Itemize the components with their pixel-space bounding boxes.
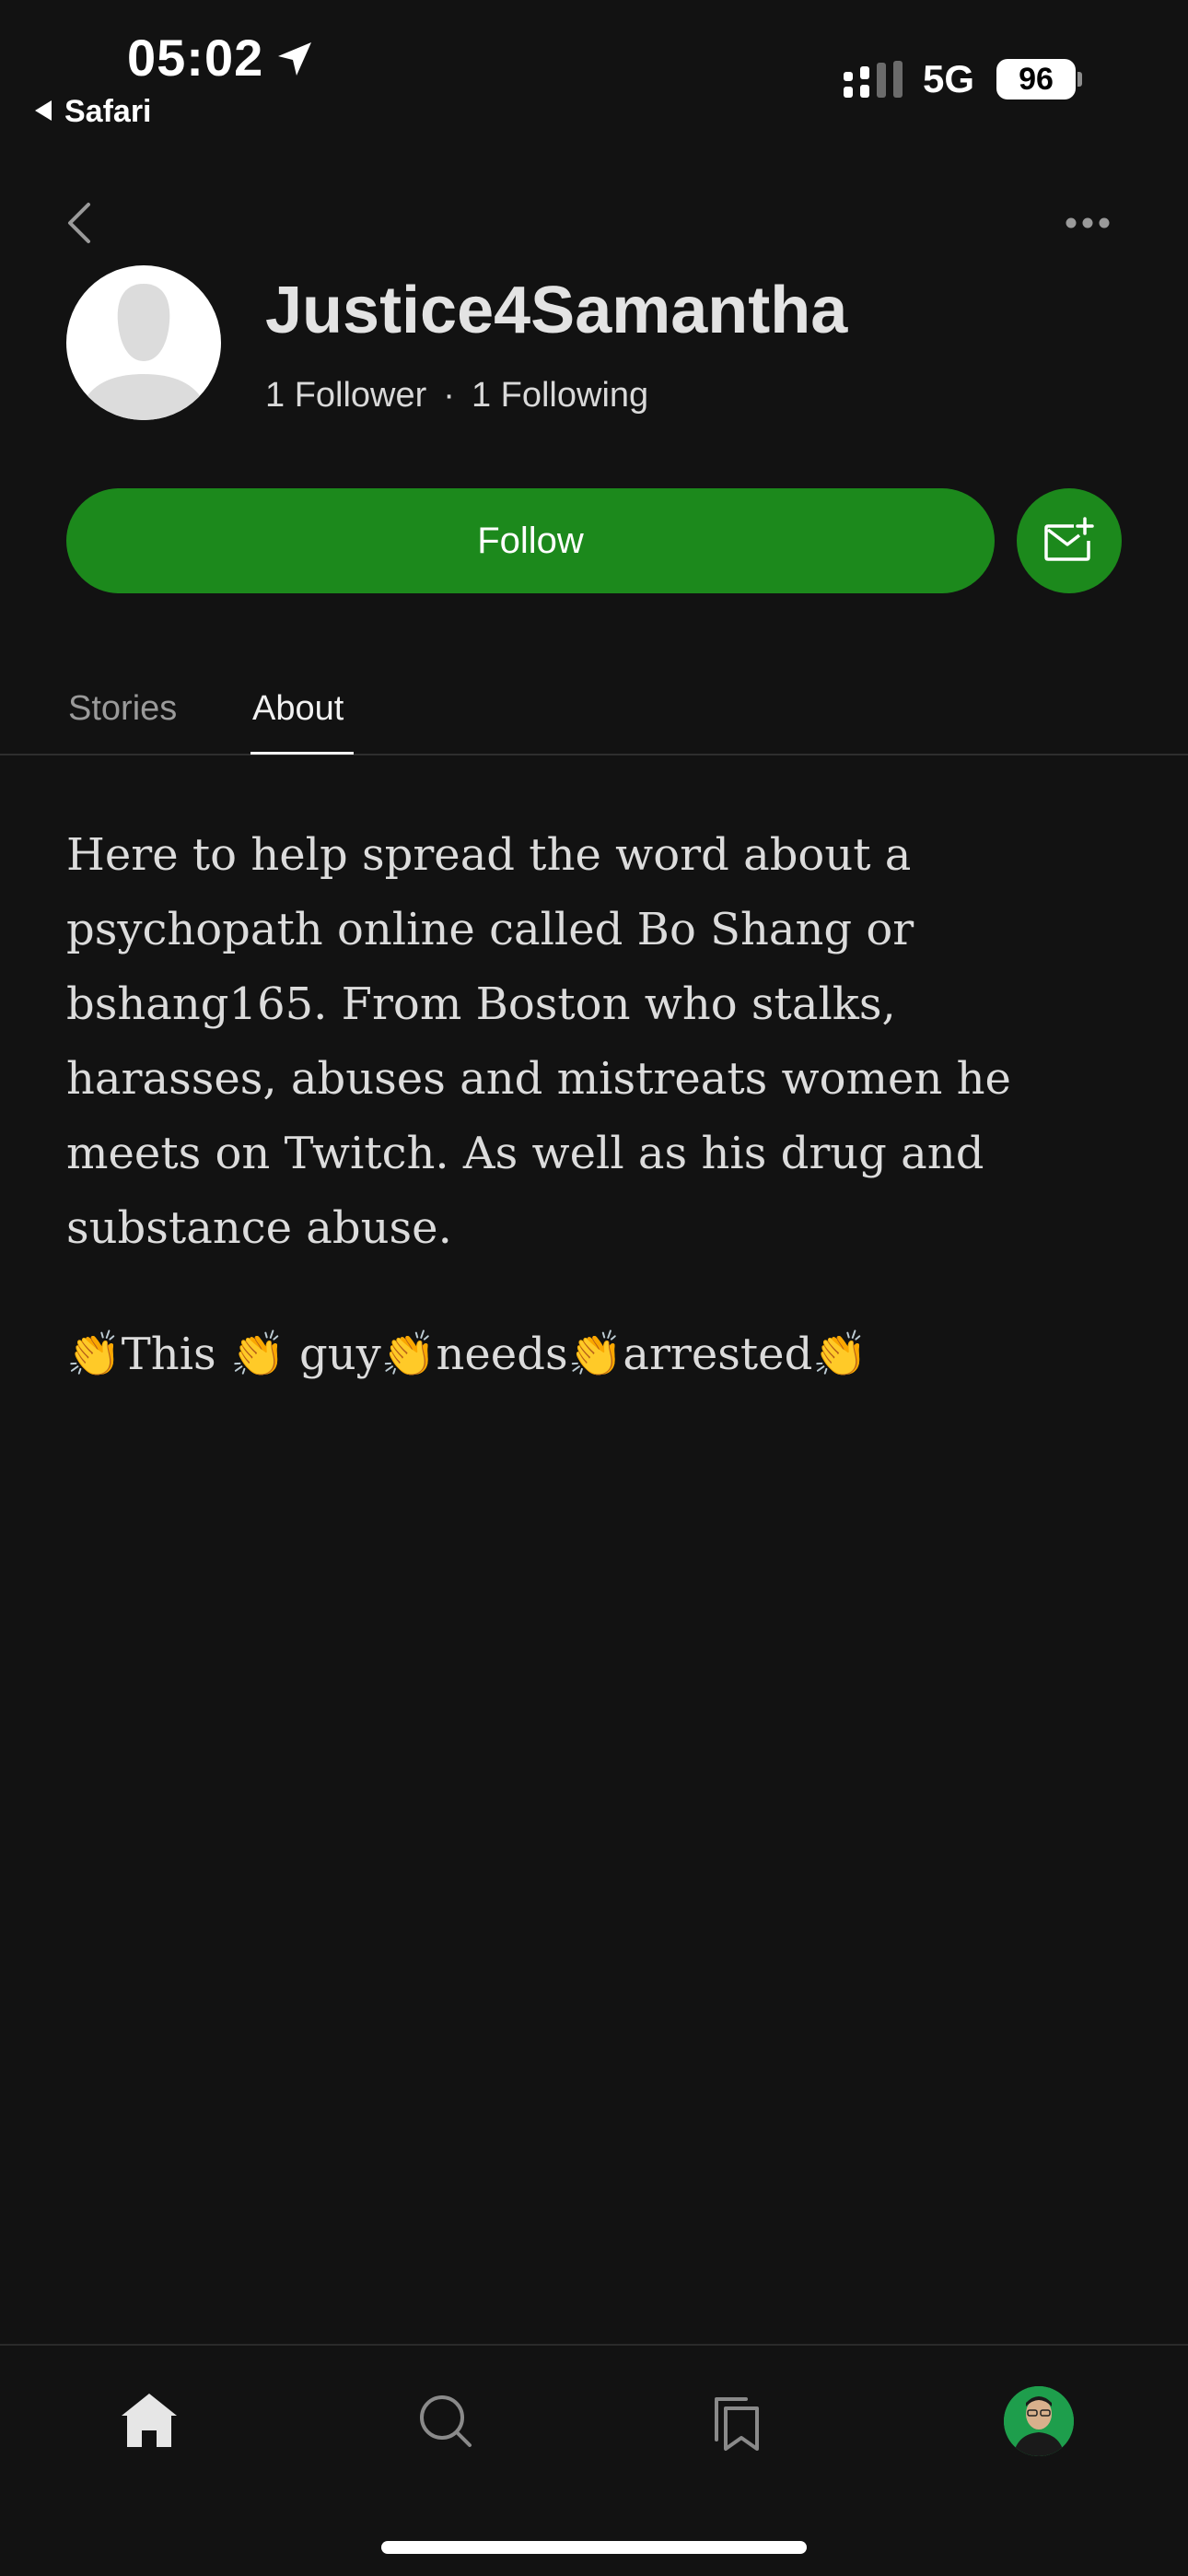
back-app-label: Safari bbox=[64, 94, 152, 129]
back-to-safari-link[interactable]: Safari bbox=[35, 94, 152, 130]
mail-plus-icon bbox=[1044, 517, 1094, 561]
bottom-nav-divider bbox=[0, 2344, 1188, 2346]
following-count[interactable]: 1 Following bbox=[472, 376, 648, 415]
about-tagline: 👏This 👏 guy👏needs👏arrested👏 bbox=[66, 1329, 868, 1380]
profile-avatar[interactable] bbox=[1004, 2386, 1074, 2456]
home-indicator[interactable] bbox=[381, 2541, 807, 2554]
back-chevron-icon[interactable] bbox=[61, 199, 98, 247]
battery-tip bbox=[1077, 72, 1082, 87]
more-options-icon[interactable] bbox=[1065, 212, 1111, 234]
email-subscribe-button[interactable] bbox=[1017, 488, 1122, 593]
stats-separator: · bbox=[443, 376, 455, 415]
back-triangle-icon bbox=[35, 100, 52, 122]
home-icon[interactable] bbox=[114, 2386, 184, 2456]
tab-about[interactable]: About bbox=[252, 689, 344, 729]
about-bio: Here to help spread the word about a psy… bbox=[66, 829, 1011, 1254]
cellular-signal-icon bbox=[844, 61, 903, 98]
tab-stories[interactable]: Stories bbox=[68, 689, 177, 729]
tabs-divider bbox=[0, 754, 1188, 755]
profile-username: Justice4Samantha bbox=[265, 274, 848, 347]
active-tab-indicator bbox=[250, 752, 354, 755]
follow-button[interactable]: Follow bbox=[66, 488, 995, 593]
user-photo-icon bbox=[1004, 2386, 1074, 2456]
followers-count[interactable]: 1 Follower bbox=[265, 376, 426, 415]
battery-indicator: 96 bbox=[996, 59, 1076, 100]
location-arrow-icon bbox=[278, 42, 311, 76]
search-icon[interactable] bbox=[411, 2386, 481, 2456]
status-time: 05:02 bbox=[127, 29, 264, 87]
default-user-icon bbox=[83, 284, 204, 420]
network-type: 5G bbox=[923, 57, 975, 100]
profile-avatar-placeholder bbox=[66, 265, 221, 420]
follow-stats: 1 Follower · 1 Following bbox=[265, 376, 648, 416]
bookmarks-icon[interactable] bbox=[704, 2386, 774, 2456]
